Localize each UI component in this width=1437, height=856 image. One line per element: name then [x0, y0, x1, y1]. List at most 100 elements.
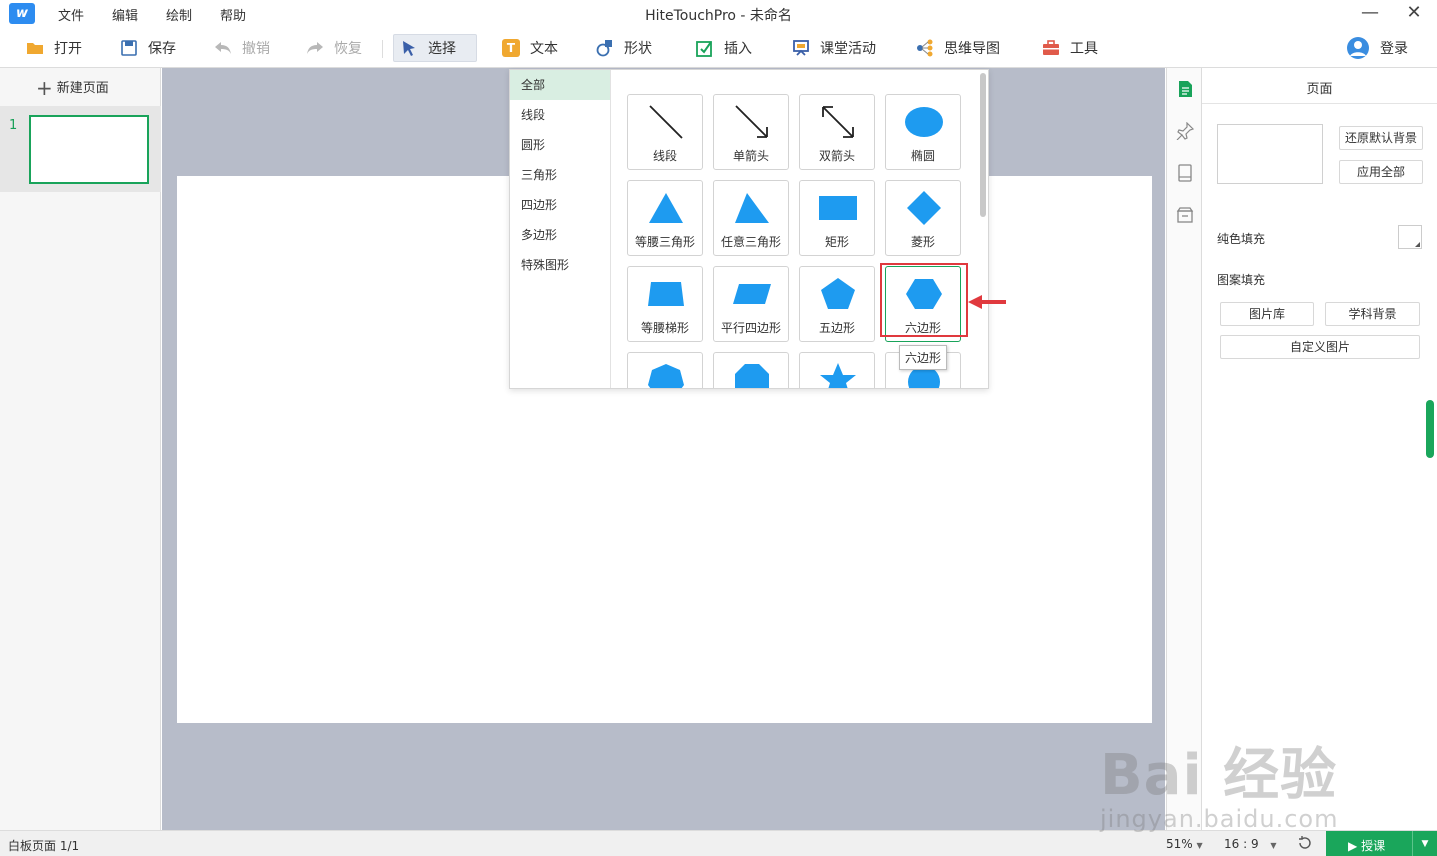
- select-button[interactable]: 选择: [393, 34, 477, 62]
- heptagon-icon: [648, 364, 684, 388]
- star-icon: [820, 363, 856, 388]
- new-page-label: 新建页面: [56, 81, 109, 96]
- page-thumbnail-row[interactable]: 1: [0, 106, 161, 192]
- save-button[interactable]: 保存: [114, 34, 182, 62]
- shape-double-arrow[interactable]: 双箭头: [799, 94, 875, 170]
- page-number: 1: [9, 118, 18, 133]
- zoom-select[interactable]: 51% ▼: [1166, 837, 1203, 851]
- shape-rectangle[interactable]: 矩形: [799, 180, 875, 256]
- pin-icon[interactable]: [1176, 121, 1195, 141]
- open-label: 打开: [54, 41, 82, 57]
- shape-octagon[interactable]: [713, 352, 789, 388]
- page-thumbnail[interactable]: [29, 115, 149, 184]
- rotate-icon[interactable]: [1297, 835, 1313, 854]
- classroom-label: 课堂活动: [820, 41, 876, 57]
- toolbar-divider: [382, 40, 383, 58]
- tools-button[interactable]: 工具: [1036, 34, 1104, 62]
- subject-background-button[interactable]: 学科背景: [1325, 302, 1420, 326]
- menu-draw[interactable]: 绘制: [166, 5, 192, 24]
- custom-image-button[interactable]: 自定义图片: [1220, 335, 1420, 359]
- category-polygon[interactable]: 多边形: [510, 220, 610, 250]
- text-button[interactable]: T 文本: [496, 34, 564, 62]
- category-triangle[interactable]: 三角形: [510, 160, 610, 190]
- pentagon-icon: [821, 278, 855, 309]
- undo-label: 撤销: [242, 41, 270, 57]
- lecture-dropdown-icon[interactable]: ▼: [1412, 831, 1437, 856]
- lecture-label: 授课: [1361, 839, 1386, 853]
- popup-scrollbar[interactable]: [980, 73, 986, 217]
- shape-isosceles-triangle[interactable]: 等腰三角形: [627, 180, 703, 256]
- shape-single-arrow[interactable]: 单箭头: [713, 94, 789, 170]
- redo-icon: [306, 39, 324, 57]
- image-library-button[interactable]: 图片库: [1220, 302, 1314, 326]
- shape-scalene-triangle[interactable]: 任意三角形: [713, 180, 789, 256]
- close-button[interactable]: ✕: [1401, 2, 1427, 26]
- category-circle[interactable]: 圆形: [510, 130, 610, 160]
- menu-edit[interactable]: 编辑: [112, 5, 138, 24]
- menu-help[interactable]: 帮助: [220, 5, 246, 24]
- category-quadrilateral[interactable]: 四边形: [510, 190, 610, 220]
- play-icon: ▶: [1348, 839, 1358, 853]
- shape-label: 椭圆: [910, 149, 935, 163]
- category-all[interactable]: 全部: [510, 70, 610, 100]
- shape-label: 任意三角形: [720, 235, 781, 249]
- shape-label: 矩形: [824, 235, 849, 249]
- ratio-select[interactable]: 16 : 9 ▼: [1224, 837, 1277, 851]
- start-lecture-button[interactable]: ▶ 授课 ▼: [1326, 831, 1437, 856]
- shape-heptagon[interactable]: [627, 352, 703, 388]
- shape-rhombus[interactable]: 菱形: [885, 180, 961, 256]
- ratio-value: 16 : 9: [1224, 837, 1259, 851]
- menu-file[interactable]: 文件: [58, 5, 84, 24]
- menu-bar: 文件 编辑 绘制 帮助: [44, 0, 260, 28]
- status-bar: 白板页面 1/1 51% ▼ 16 : 9 ▼ ▶ 授课 ▼: [0, 830, 1437, 856]
- shape-line[interactable]: 线段: [627, 94, 703, 170]
- apply-all-button[interactable]: 应用全部: [1339, 160, 1423, 184]
- shape-button[interactable]: 形状: [590, 34, 658, 62]
- restore-default-bg-button[interactable]: 还原默认背景: [1339, 126, 1423, 150]
- page-settings-icon[interactable]: [1176, 80, 1194, 98]
- undo-button[interactable]: 撤销: [208, 34, 276, 62]
- ellipse-icon: [905, 107, 943, 137]
- solid-fill-color-picker[interactable]: [1398, 225, 1422, 249]
- page-info: 白板页面 1/1: [8, 839, 80, 853]
- minimize-button[interactable]: —: [1357, 2, 1383, 26]
- open-button[interactable]: 打开: [20, 34, 88, 62]
- shape-ellipse[interactable]: 椭圆: [885, 94, 961, 170]
- login-button[interactable]: 登录: [1340, 34, 1414, 62]
- rectangle-icon: [819, 196, 857, 220]
- chevron-down-icon: ▼: [1196, 841, 1203, 850]
- book-icon[interactable]: [1176, 164, 1194, 182]
- classroom-activity-button[interactable]: 课堂活动: [786, 34, 882, 62]
- undo-icon: [214, 39, 232, 57]
- shape-category-list: 全部 线段 圆形 三角形 四边形 多边形 特殊图形: [510, 70, 611, 388]
- double-arrow-icon: [822, 106, 854, 138]
- shape-parallelogram[interactable]: 平行四边形: [713, 266, 789, 342]
- archive-icon[interactable]: [1176, 206, 1194, 224]
- login-label: 登录: [1380, 41, 1408, 57]
- new-page-button[interactable]: + 新建页面: [36, 76, 109, 100]
- insert-button[interactable]: 插入: [690, 34, 758, 62]
- shape-pentagon[interactable]: 五边形: [799, 266, 875, 342]
- shape-star[interactable]: [799, 352, 875, 388]
- redo-button[interactable]: 恢复: [300, 34, 368, 62]
- user-avatar-icon: [1346, 36, 1370, 60]
- category-line[interactable]: 线段: [510, 100, 610, 130]
- shape-label: 形状: [624, 41, 652, 57]
- save-label: 保存: [148, 41, 176, 57]
- shape-picker-popup: 全部 线段 圆形 三角形 四边形 多边形 特殊图形 线段 单箭头 双箭头 椭圆 …: [509, 69, 989, 389]
- panel-divider: [1202, 103, 1437, 104]
- pattern-fill-label: 图案填充: [1217, 273, 1266, 287]
- panel-scrollbar[interactable]: [1426, 400, 1434, 458]
- tools-label: 工具: [1070, 41, 1098, 57]
- text-label: 文本: [530, 41, 558, 57]
- mindmap-button[interactable]: 思维导图: [910, 34, 1006, 62]
- category-special[interactable]: 特殊图形: [510, 250, 610, 280]
- right-icon-strip: [1166, 68, 1202, 830]
- shape-label: 等腰三角形: [634, 235, 695, 249]
- main-toolbar: 打开 保存 撤销 恢复 选择 T 文本 形状 插入 课堂活动 思维导图 工具 登…: [0, 28, 1437, 68]
- insert-label: 插入: [724, 41, 752, 57]
- folder-icon: [26, 39, 44, 57]
- text-icon: T: [502, 39, 520, 57]
- shape-isosceles-trapezoid[interactable]: 等腰梯形: [627, 266, 703, 342]
- select-label: 选择: [428, 41, 456, 57]
